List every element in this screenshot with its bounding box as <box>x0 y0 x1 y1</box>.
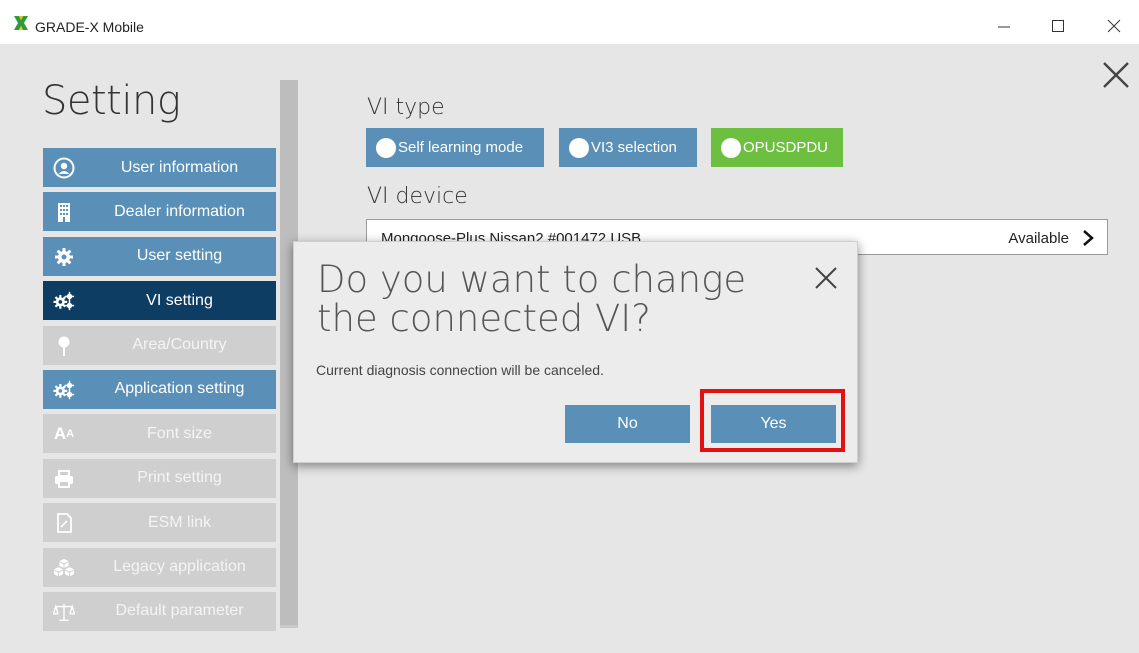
chevron-right-icon <box>1083 230 1094 246</box>
maximize-icon <box>1052 20 1064 32</box>
vi-type-label: VI type <box>367 95 445 120</box>
vi-type-option-label: OPUSDPDU <box>743 139 829 156</box>
document-icon <box>53 512 75 534</box>
close-icon[interactable] <box>812 264 840 292</box>
minimize-button[interactable] <box>982 8 1026 44</box>
menu-item-default-parameter[interactable]: Default parameter <box>43 591 276 631</box>
vi-type-option-label: VI3 selection <box>591 139 677 156</box>
font-size-icon: AA <box>53 424 75 444</box>
menu-item-dealer-information[interactable]: Dealer information <box>43 192 276 232</box>
dialog-title: Do you want to change the connected VI? <box>317 258 747 340</box>
gears-icon <box>53 290 75 312</box>
scale-icon <box>53 601 75 623</box>
minimize-icon <box>998 26 1010 28</box>
dialog-message: Current diagnosis connection will be can… <box>316 362 604 378</box>
vi-device-status: Available <box>1008 230 1069 247</box>
building-icon <box>53 201 75 223</box>
menu-item-label: User setting <box>136 247 223 265</box>
gear-icon <box>53 246 75 268</box>
menu-item-label: ESM link <box>147 513 212 531</box>
radio-indicator <box>376 137 396 158</box>
menu-item-application-setting[interactable]: Application setting <box>43 369 276 409</box>
menu-item-label: Dealer information <box>114 202 245 220</box>
menu-item-label: Default parameter <box>115 602 244 620</box>
settings-menu: User information Dealer information User… <box>43 148 276 636</box>
menu-item-label: VI setting <box>146 291 213 309</box>
menu-item-vi-setting[interactable]: VI setting <box>43 281 276 321</box>
radio-indicator <box>569 137 589 158</box>
menu-item-label: Print setting <box>137 469 222 487</box>
menu-item-area-country[interactable]: Area/Country <box>43 325 276 365</box>
vi-type-option-label: Self learning mode <box>398 139 524 156</box>
user-icon <box>53 157 75 179</box>
menu-item-label: User information <box>120 158 239 176</box>
menu-item-print-setting[interactable]: Print setting <box>43 458 276 498</box>
window-title: GRADE-X Mobile <box>35 19 144 35</box>
yes-button-highlight <box>700 389 845 452</box>
radio-indicator <box>721 137 741 158</box>
app-logo-icon <box>14 16 28 30</box>
menu-item-user-information[interactable]: User information <box>43 148 276 187</box>
page-close-icon[interactable] <box>1098 57 1134 93</box>
page-title: Setting <box>42 78 181 124</box>
vi-type-self-learning-button[interactable]: Self learning mode <box>366 128 544 167</box>
title-bar: GRADE-X Mobile <box>0 0 1139 44</box>
menu-item-font-size[interactable]: AA Font size <box>43 414 276 454</box>
menu-item-esm-link[interactable]: ESM link <box>43 503 276 543</box>
boxes-icon <box>53 557 75 579</box>
vi-type-vi3-selection-button[interactable]: VI3 selection <box>559 128 697 167</box>
maximize-button[interactable] <box>1036 8 1080 44</box>
menu-item-label: Application setting <box>114 380 245 398</box>
app-window: GRADE-X Mobile Setting User information <box>0 0 1139 653</box>
window-close-button[interactable] <box>1092 8 1136 44</box>
pin-icon <box>53 335 75 357</box>
printer-icon <box>53 468 75 490</box>
no-button[interactable]: No <box>565 405 690 443</box>
vi-type-opusdpdu-button[interactable]: OPUSDPDU <box>711 128 843 167</box>
vi-device-label: VI device <box>367 184 468 209</box>
menu-item-legacy-application[interactable]: Legacy application <box>43 547 276 587</box>
menu-item-label: Legacy application <box>113 558 246 576</box>
menu-item-user-setting[interactable]: User setting <box>43 236 276 276</box>
menu-item-label: Area/Country <box>132 336 227 354</box>
gears-icon <box>53 379 75 401</box>
close-icon <box>1107 19 1121 33</box>
menu-item-label: Font size <box>147 424 212 442</box>
